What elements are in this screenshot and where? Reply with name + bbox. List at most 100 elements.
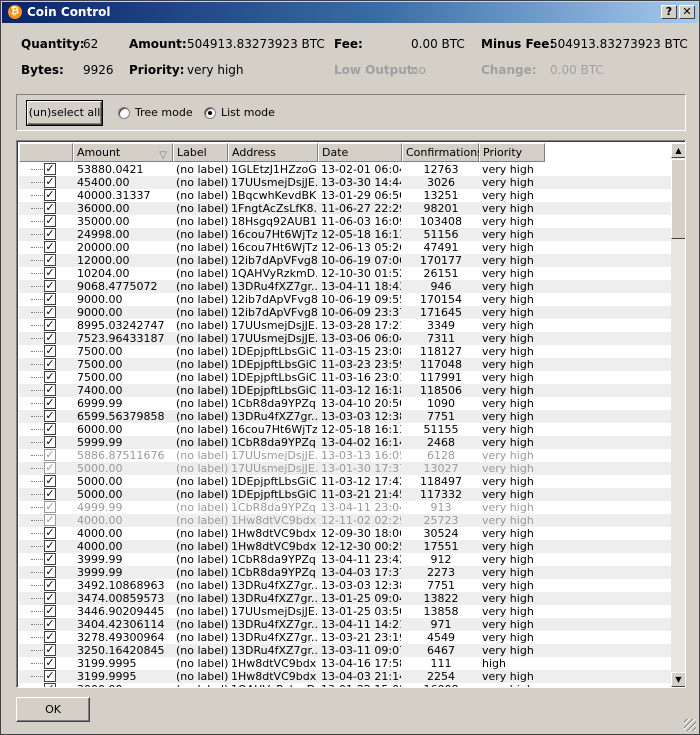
unselect-all-button[interactable]: (un)select all	[26, 100, 103, 126]
row-checkbox[interactable]: ✓	[44, 280, 56, 292]
scroll-down-icon[interactable]: ▼	[671, 672, 685, 687]
table-row[interactable]: ✓ 3000.00(no label)1QAHVyRzkmD... 13-01-22…	[19, 683, 671, 687]
row-checkbox[interactable]: ✓	[44, 306, 56, 318]
table-row[interactable]: ✓ 7500.00 (no label)1DEpjpftLbsGiC... 11-03…	[19, 345, 671, 358]
table-row[interactable]: ✓ 7523.96433187 (no label) 17UUsmejDsjJE...…	[19, 332, 671, 345]
row-checkbox[interactable]: ✓	[44, 501, 56, 513]
row-checkbox[interactable]: ✓	[44, 410, 56, 422]
list-mode-radio[interactable]	[204, 107, 216, 119]
row-checkbox[interactable]: ✓	[44, 436, 56, 448]
table-row[interactable]: ✓ 3999.99 (no label) 1CbR8da9YPZq... 13-04-1…	[19, 553, 671, 566]
row-checkbox[interactable]: ✓	[44, 384, 56, 396]
table-row[interactable]: ✓ 7400.00 (no label)1DEpjpftLbsGiC... 11-03…	[19, 384, 671, 397]
row-checkbox[interactable]: ✓	[44, 397, 56, 409]
table-row[interactable]: ✓ 9068.4775072 (no label) 13DRu4fXZ7gr... 13…	[19, 280, 671, 293]
table-row[interactable]: ✓ 3999.99 (no label) 1CbR8da9YPZq... 13-04-0…	[19, 566, 671, 579]
table-row[interactable]: ✓ 20000.00 (no label)16cou7Ht6WjTz... 12-06…	[19, 241, 671, 254]
table-row[interactable]: ✓ 5000.00 (no label) 17UUsmejDsjJE... 13-01-…	[19, 462, 671, 475]
table-row[interactable]: ✓ 35000.00 (no label)18Hsgq92AUB1... 11-06-…	[19, 215, 671, 228]
column-header-priority[interactable]: Priority	[479, 143, 545, 162]
column-header-date[interactable]: Date	[318, 143, 402, 162]
row-checkbox[interactable]: ✓	[44, 319, 56, 331]
row-checkbox[interactable]: ✓	[44, 462, 56, 474]
row-checkbox[interactable]: ✓	[44, 488, 56, 500]
table-row[interactable]: ✓ 45400.00 (no label) 17UUsmejDsjJE... 13-03…	[19, 176, 671, 189]
row-checkbox[interactable]: ✓	[44, 644, 56, 656]
table-row[interactable]: ✓ 9000.00 (no label)12ib7dApVFvg8... 10-06-…	[19, 306, 671, 319]
row-checkbox[interactable]: ✓	[44, 189, 56, 201]
table-row[interactable]: ✓ 4000.00 (no label)1Hw8dtVC9bdx... 12-09-3…	[19, 527, 671, 540]
table-row[interactable]: ✓ 3278.49300964 (no label) 13DRu4fXZ7gr... 1…	[19, 631, 671, 644]
table-row[interactable]: ✓ 7500.00 (no label)1DEpjpftLbsGiC... 11-03…	[19, 371, 671, 384]
table-row[interactable]: ✓ 6999.99 (no label) 1CbR8da9YPZq... 13-04-1…	[19, 397, 671, 410]
row-checkbox[interactable]: ✓	[44, 423, 56, 435]
scroll-thumb[interactable]	[671, 159, 685, 239]
row-checkbox[interactable]: ✓	[44, 553, 56, 565]
table-row[interactable]: ✓ 5000.00 (no label)1DEpjpftLbsGiC... 11-03…	[19, 475, 671, 488]
table-row[interactable]: ✓ 3250.16420845 (no label) 13DRu4fXZ7gr... 1…	[19, 644, 671, 657]
table-row[interactable]: ✓ 7500.00 (no label)1DEpjpftLbsGiC... 11-03…	[19, 358, 671, 371]
row-checkbox[interactable]: ✓	[44, 540, 56, 552]
table-row[interactable]: ✓ 3404.42306114 (no label) 13DRu4fXZ7gr... 1…	[19, 618, 671, 631]
table-row[interactable]: ✓ 9000.00 (no label)12ib7dApVFvg8... 10-06-…	[19, 293, 671, 306]
table-row[interactable]: ✓ 3492.10868963 (no label) 13DRu4fXZ7gr... 1…	[19, 579, 671, 592]
row-checkbox[interactable]: ✓	[44, 475, 56, 487]
row-checkbox[interactable]: ✓	[44, 254, 56, 266]
row-checkbox[interactable]: ✓	[44, 618, 56, 630]
row-checkbox[interactable]: ✓	[44, 332, 56, 344]
column-header-select[interactable]	[19, 143, 73, 162]
table-row[interactable]: ✓ 6599.56379858 (no label) 13DRu4fXZ7gr... 1…	[19, 410, 671, 423]
row-checkbox[interactable]: ✓	[44, 228, 56, 240]
table-row[interactable]: ✓ 5886.87511676 (no label) 17UUsmejDsjJE...…	[19, 449, 671, 462]
table-row[interactable]: ✓ 40000.31337 (no label)1BqcwhKevdBK... 13-…	[19, 189, 671, 202]
table-row[interactable]: ✓ 4000.00 (no label)1Hw8dtVC9bdx... 12-12-3…	[19, 540, 671, 553]
table-row[interactable]: ✓ 3474.00859573 (no label) 13DRu4fXZ7gr... 1…	[19, 592, 671, 605]
row-checkbox[interactable]: ✓	[44, 527, 56, 539]
row-checkbox[interactable]: ✓	[44, 514, 56, 526]
vertical-scrollbar[interactable]: ▲ ▼	[671, 143, 685, 687]
column-header-label[interactable]: Label	[173, 143, 228, 162]
row-checkbox[interactable]: ✓	[44, 631, 56, 643]
table-row[interactable]: ✓ 5999.99 (no label) 1CbR8da9YPZq... 13-04-0…	[19, 436, 671, 449]
row-checkbox[interactable]: ✓	[44, 267, 56, 279]
row-checkbox[interactable]: ✓	[44, 241, 56, 253]
title-bar[interactable]: ₿ Coin Control ? ✕	[2, 2, 698, 23]
table-row[interactable]: ✓ 6000.00 (no label)16cou7Ht6WjTz... 12-05-…	[19, 423, 671, 436]
row-checkbox[interactable]: ✓	[44, 176, 56, 188]
close-button[interactable]: ✕	[679, 5, 695, 19]
row-checkbox[interactable]: ✓	[44, 358, 56, 370]
table-row[interactable]: ✓ 10204.00 (no label) 1QAHVyRzkmD... 12-10-3…	[19, 267, 671, 280]
row-checkbox[interactable]: ✓	[44, 202, 56, 214]
help-button[interactable]: ?	[661, 5, 677, 19]
resize-grip-icon[interactable]	[684, 719, 696, 731]
row-checkbox[interactable]: ✓	[44, 579, 56, 591]
row-checkbox[interactable]: ✓	[44, 449, 56, 461]
row-checkbox[interactable]: ✓	[44, 670, 56, 682]
tree-mode-label[interactable]: Tree mode	[135, 106, 193, 119]
table-row[interactable]: ✓ 3199.9995 (no label)1Hw8dtVC9bdx... 13-04…	[19, 657, 671, 670]
table-row[interactable]: ✓ 36000.00 (no label) 1FngtAcZsLfK8... 11-06…	[19, 202, 671, 215]
row-checkbox[interactable]: ✓	[44, 657, 56, 669]
tree-mode-radio[interactable]	[118, 107, 130, 119]
column-header-address[interactable]: Address	[228, 143, 318, 162]
table-row[interactable]: ✓ 3199.9995 (no label)1Hw8dtVC9bdx... 13-04…	[19, 670, 671, 683]
table-row[interactable]: ✓ 3446.90209445 (no label) 17UUsmejDsjJE...…	[19, 605, 671, 618]
list-mode-label[interactable]: List mode	[221, 106, 275, 119]
table-row[interactable]: ✓ 8995.03242747 (no label) 17UUsmejDsjJE...…	[19, 319, 671, 332]
row-checkbox[interactable]: ✓	[44, 293, 56, 305]
table-row[interactable]: ✓ 5000.00 (no label)1DEpjpftLbsGiC... 11-03…	[19, 488, 671, 501]
ok-button[interactable]: OK	[16, 697, 90, 722]
column-header-confirmations[interactable]: Confirmations	[402, 143, 483, 162]
table-row[interactable]: ✓ 12000.00 (no label)12ib7dApVFvg8... 10-06…	[19, 254, 671, 267]
table-row[interactable]: ✓ 53880.0421 (no label)1GLEtzJ1HZzoG... 13-…	[19, 163, 671, 176]
table-row[interactable]: ✓ 4999.99 (no label) 1CbR8da9YPZq... 13-04-1…	[19, 501, 671, 514]
table-row[interactable]: ✓ 4000.00 (no label)1Hw8dtVC9bdx... 12-11-0…	[19, 514, 671, 527]
row-checkbox[interactable]: ✓	[44, 163, 56, 175]
row-checkbox[interactable]: ✓	[44, 683, 56, 687]
row-checkbox[interactable]: ✓	[44, 345, 56, 357]
row-checkbox[interactable]: ✓	[44, 371, 56, 383]
table-row[interactable]: ✓ 24998.00 (no label)16cou7Ht6WjTz... 12-05…	[19, 228, 671, 241]
row-checkbox[interactable]: ✓	[44, 566, 56, 578]
row-checkbox[interactable]: ✓	[44, 592, 56, 604]
column-header-amount[interactable]: Amount ▽	[73, 143, 173, 162]
